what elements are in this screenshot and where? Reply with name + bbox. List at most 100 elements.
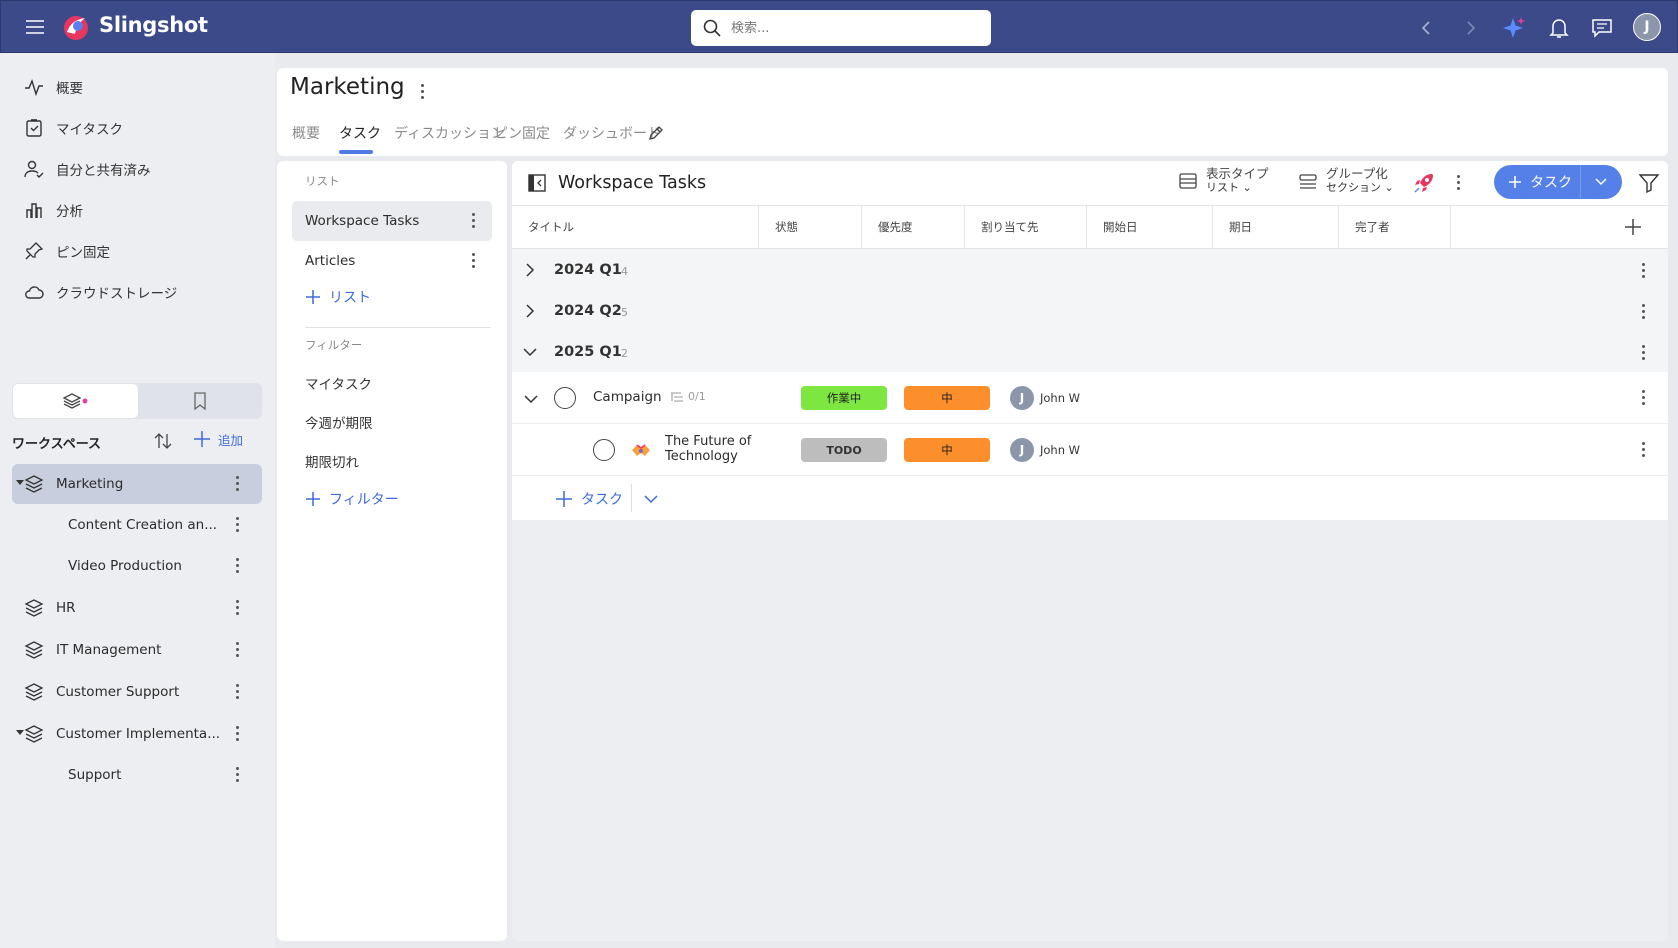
more-options-icon[interactable] <box>1642 345 1646 361</box>
workspace-item-marketing[interactable]: Marketing <box>12 464 262 504</box>
filter-overdue[interactable]: 期限切れ <box>305 451 359 471</box>
task-row[interactable]: Campaign 0/1 作業中 中 J John W <box>512 372 1668 424</box>
user-avatar[interactable]: J <box>1633 13 1661 41</box>
task-title[interactable]: Campaign <box>593 389 662 405</box>
task-row[interactable]: The Future of Technology TODO 中 J John W <box>512 424 1668 476</box>
group-row[interactable]: 2024 Q2 5 <box>512 290 1668 334</box>
task-complete-checkbox[interactable] <box>554 387 576 409</box>
more-options-icon[interactable] <box>236 558 240 574</box>
add-column-icon[interactable] <box>1624 218 1642 240</box>
column-header-status[interactable]: 状態 <box>759 206 862 248</box>
assignee[interactable]: J John W <box>1010 386 1080 410</box>
add-list-label: リスト <box>329 290 371 306</box>
workspace-item-hr[interactable]: HR <box>12 588 262 628</box>
group-row[interactable]: 2025 Q1 2 <box>512 331 1668 375</box>
rocket-icon[interactable] <box>1412 171 1436 199</box>
chevron-down-icon[interactable] <box>524 394 538 404</box>
expand-caret-icon[interactable] <box>16 480 24 485</box>
workspace-item-content-creation[interactable]: Content Creation an... <box>12 505 262 545</box>
add-task-button[interactable]: タスク <box>1494 165 1580 199</box>
add-filter-button[interactable]: フィルター <box>305 489 399 509</box>
priority-badge[interactable]: 中 <box>904 386 990 410</box>
group-row[interactable]: 2024 Q1 4 <box>512 249 1668 293</box>
nav-label: 分析 <box>56 204 83 220</box>
more-options-icon[interactable] <box>1457 175 1461 191</box>
workspace-item-support[interactable]: Support <box>12 755 262 795</box>
task-title[interactable]: The Future of Technology <box>665 434 751 464</box>
nav-overview[interactable]: 概要 <box>24 73 83 101</box>
status-badge[interactable]: TODO <box>801 438 887 462</box>
group-by-control[interactable]: グループ化 セクション ⌄ <box>1298 167 1394 195</box>
column-header-assignee[interactable]: 割り当て先 <box>965 206 1087 248</box>
expand-caret-icon[interactable] <box>16 730 24 735</box>
add-list-button[interactable]: リスト <box>305 287 371 307</box>
more-options-icon[interactable] <box>1642 263 1646 279</box>
add-task-dropdown[interactable] <box>1581 165 1621 199</box>
tab-tasks[interactable]: タスク <box>339 123 381 143</box>
column-header-start-date[interactable]: 開始日 <box>1087 206 1213 248</box>
collapse-panel-icon[interactable] <box>527 173 547 197</box>
column-header-priority[interactable]: 優先度 <box>862 206 965 248</box>
nav-my-tasks[interactable]: マイタスク <box>24 114 123 142</box>
workspace-item-video-production[interactable]: Video Production <box>12 546 262 586</box>
messages-icon[interactable] <box>1589 15 1615 41</box>
activity-icon <box>25 78 43 96</box>
more-options-icon[interactable] <box>236 684 240 700</box>
view-type-control[interactable]: 表示タイプ リスト ⌄ <box>1178 167 1269 195</box>
ai-sparkle-icon[interactable] <box>1501 15 1527 41</box>
more-options-icon[interactable] <box>236 600 240 616</box>
add-task-inline-button[interactable]: タスク <box>555 489 623 509</box>
list-item-articles[interactable]: Articles <box>292 241 492 281</box>
chevron-down-icon[interactable] <box>644 494 658 504</box>
list-item-workspace-tasks[interactable]: Workspace Tasks <box>292 201 492 241</box>
pin-icon <box>25 242 44 260</box>
forward-icon[interactable] <box>1458 15 1484 41</box>
nav-analytics[interactable]: 分析 <box>24 196 83 224</box>
chevron-down-icon[interactable] <box>523 347 537 357</box>
nav-pinned[interactable]: ピン固定 <box>24 237 110 265</box>
more-options-icon[interactable] <box>1642 304 1646 320</box>
assignee[interactable]: J John W <box>1010 438 1080 462</box>
back-icon[interactable] <box>1413 15 1439 41</box>
tab-pinned[interactable]: ピン固定 <box>494 123 550 143</box>
task-complete-checkbox[interactable] <box>593 439 615 461</box>
more-options-icon[interactable] <box>472 213 476 229</box>
title-more-options-icon[interactable] <box>421 84 425 100</box>
more-options-icon[interactable] <box>236 517 240 533</box>
more-options-icon[interactable] <box>236 476 240 492</box>
tab-workspaces[interactable] <box>13 384 138 418</box>
more-options-icon[interactable] <box>236 767 240 783</box>
more-options-icon[interactable] <box>236 642 240 658</box>
more-options-icon[interactable] <box>236 726 240 742</box>
column-header-completed-by[interactable]: 完了者 <box>1339 206 1451 248</box>
priority-badge[interactable]: 中 <box>904 438 990 462</box>
nav-cloud-storage[interactable]: クラウドストレージ <box>24 278 177 306</box>
tab-discussion[interactable]: ディスカッション <box>394 123 505 143</box>
search-box[interactable] <box>691 10 991 46</box>
more-options-icon[interactable] <box>472 253 476 269</box>
chevron-right-icon[interactable] <box>525 304 535 318</box>
edit-pencil-icon[interactable] <box>647 124 665 146</box>
notifications-bell-icon[interactable] <box>1546 15 1572 41</box>
chevron-right-icon[interactable] <box>525 263 535 277</box>
filter-my-tasks[interactable]: マイタスク <box>305 373 372 393</box>
column-header-due-date[interactable]: 期日 <box>1213 206 1339 248</box>
more-options-icon[interactable] <box>1642 442 1646 458</box>
menu-icon[interactable] <box>23 15 47 39</box>
filter-funnel-icon[interactable] <box>1638 172 1660 198</box>
workspace-item-it-management[interactable]: IT Management <box>12 630 262 670</box>
nav-shared-with-me[interactable]: 自分と共有済み <box>24 155 151 183</box>
nav-label: 自分と共有済み <box>56 163 151 179</box>
tab-bookmarks[interactable] <box>138 384 261 418</box>
sort-icon[interactable] <box>152 430 174 456</box>
more-options-icon[interactable] <box>1642 390 1646 406</box>
status-badge[interactable]: 作業中 <box>801 386 887 410</box>
workspace-item-customer-implementation[interactable]: Customer Implementa... <box>12 714 262 754</box>
workspace-item-customer-support[interactable]: Customer Support <box>12 672 262 712</box>
assignee-avatar: J <box>1010 386 1034 410</box>
filter-due-this-week[interactable]: 今週が期限 <box>305 412 373 432</box>
add-workspace-button[interactable]: 追加 <box>192 429 243 449</box>
column-header-title[interactable]: タイトル <box>512 206 759 248</box>
search-input[interactable] <box>731 20 951 36</box>
tab-overview[interactable]: 概要 <box>292 123 320 143</box>
